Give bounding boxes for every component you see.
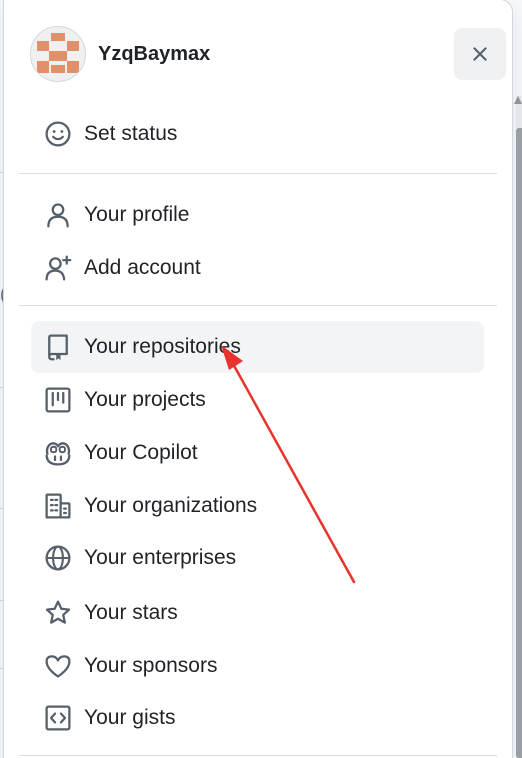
menu-item-label: Your profile: [84, 203, 190, 226]
menu-divider: [19, 173, 497, 174]
menu-divider: [19, 755, 497, 756]
identicon-avatar-icon: [31, 27, 85, 81]
organization-icon: [43, 491, 73, 521]
person-add-icon: [43, 253, 73, 283]
close-icon: [473, 47, 487, 61]
menu-item-label: Your projects: [84, 388, 206, 411]
menu-item-label: Add account: [84, 256, 201, 279]
menu-item-your-stars[interactable]: Your stars: [31, 587, 484, 639]
code-square-icon: [43, 703, 73, 733]
menu-item-your-enterprises[interactable]: Your enterprises: [31, 532, 484, 584]
heart-icon: [43, 651, 73, 681]
menu-item-your-copilot[interactable]: Your Copilot: [31, 427, 484, 479]
menu-item-label: Your stars: [84, 601, 178, 624]
star-icon: [43, 598, 73, 628]
menu-item-set-status[interactable]: Set status: [31, 108, 484, 160]
copilot-icon: [43, 438, 73, 468]
menu-item-your-gists[interactable]: Your gists: [31, 692, 484, 744]
username: YzqBaymax: [98, 43, 211, 65]
menu-item-label: Your Copilot: [84, 441, 198, 464]
project-icon: [43, 385, 73, 415]
globe-icon: [43, 543, 73, 573]
user-menu-panel: YzqBaymax Set status Your profile Add ac…: [4, 0, 512, 758]
menu-divider: [19, 305, 497, 306]
menu-item-label: Your repositories: [84, 335, 241, 358]
menu-item-label: Set status: [84, 122, 178, 145]
menu-item-add-account[interactable]: Add account: [31, 242, 484, 294]
menu-item-your-projects[interactable]: Your projects: [31, 374, 484, 426]
scrollbar-thumb[interactable]: [516, 128, 522, 758]
menu-item-label: Your enterprises: [84, 546, 237, 569]
menu-item-your-repositories[interactable]: Your repositories: [31, 321, 484, 373]
avatar[interactable]: [30, 26, 86, 82]
menu-item-label: Your organizations: [84, 494, 258, 517]
menu-item-label: Your gists: [84, 706, 176, 729]
menu-item-your-organizations[interactable]: Your organizations: [31, 480, 484, 532]
user-menu-header: YzqBaymax: [4, 0, 512, 110]
smiley-icon: [43, 119, 73, 149]
menu-item-your-profile[interactable]: Your profile: [31, 189, 484, 241]
scrollbar-up-arrow-icon[interactable]: [514, 96, 522, 104]
person-icon: [43, 200, 73, 230]
menu-item-label: Your sponsors: [84, 654, 218, 677]
close-button[interactable]: [454, 28, 506, 80]
menu-item-your-sponsors[interactable]: Your sponsors: [31, 640, 484, 692]
repo-icon: [43, 332, 73, 362]
